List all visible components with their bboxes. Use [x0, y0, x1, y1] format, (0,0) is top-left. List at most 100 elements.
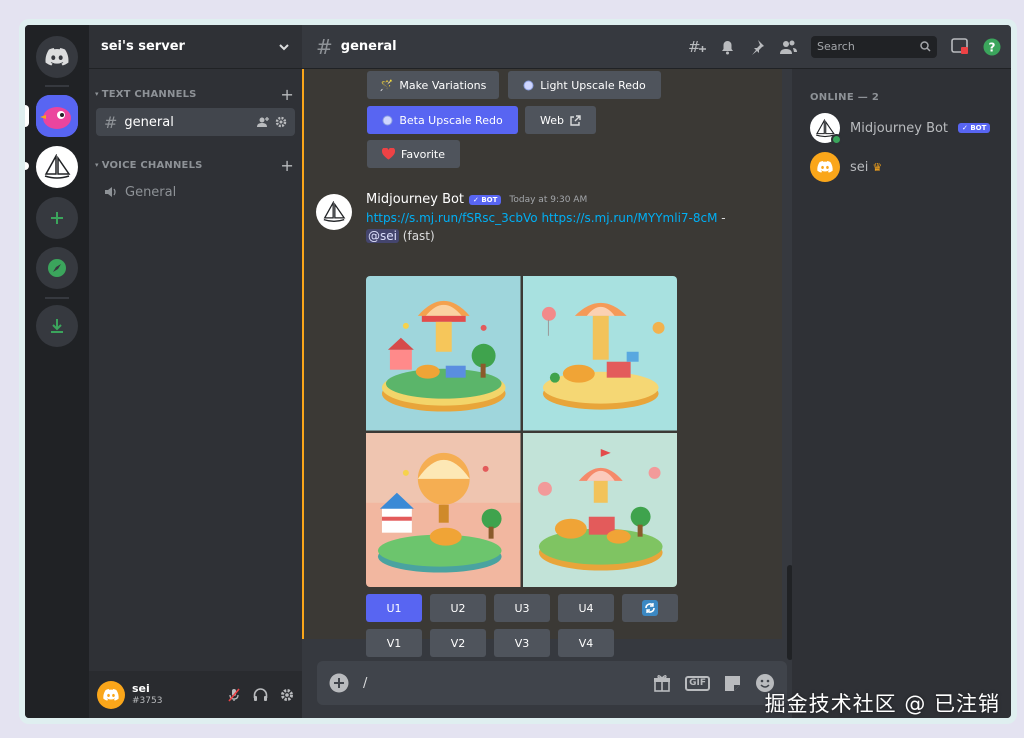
variation-button-v4[interactable]: V4: [558, 629, 614, 657]
image-grid[interactable]: [366, 276, 677, 587]
member-sei[interactable]: sei ♛: [810, 152, 882, 182]
avatar: [810, 152, 840, 182]
server-icon-sei[interactable]: [36, 95, 78, 137]
invite-user-icon[interactable]: [257, 116, 269, 128]
headphones-icon[interactable]: [253, 687, 268, 702]
search-input[interactable]: Search: [811, 35, 937, 58]
grid-image-2[interactable]: [522, 276, 677, 431]
help-icon[interactable]: ?: [983, 38, 1001, 56]
add-attachment-icon[interactable]: [329, 673, 349, 693]
discord-home-button[interactable]: [36, 36, 78, 78]
gif-picker-button[interactable]: GIF: [685, 675, 710, 691]
prompt-link-1[interactable]: https://s.mj.run/fSRsc_3cbVo: [366, 211, 538, 225]
voice-channel-general[interactable]: General: [96, 178, 295, 206]
bird-avatar-icon: [36, 95, 78, 137]
discord-logo-icon: [817, 161, 833, 173]
pin-icon[interactable]: [749, 39, 765, 55]
upscale-button-u1[interactable]: U1: [366, 594, 422, 622]
circle-icon: [382, 115, 393, 125]
midjourney-sailboat-icon: [44, 154, 71, 179]
grid-image-4[interactable]: [522, 432, 677, 587]
channel-name: general: [124, 114, 174, 130]
avatar[interactable]: [97, 680, 125, 709]
magic-wand-icon: 🪄: [379, 78, 394, 92]
make-variations-button[interactable]: 🪄 Make Variations: [367, 71, 499, 99]
selected-server-pill: [25, 105, 29, 127]
chevron-down-icon: ▾: [95, 161, 99, 169]
channel-name: General: [125, 184, 177, 200]
upscale-button-u4[interactable]: U4: [558, 594, 614, 622]
previous-message-buttons: 🪄 Make Variations Light Upscale Redo Bet…: [302, 69, 782, 188]
compass-icon: [48, 259, 66, 277]
discord-logo-icon: [103, 688, 119, 701]
beta-upscale-redo-button[interactable]: Beta Upscale Redo: [367, 106, 518, 134]
add-channel-icon[interactable]: +: [280, 156, 294, 175]
author-name[interactable]: Midjourney Bot: [366, 192, 464, 207]
external-link-icon: [570, 114, 581, 126]
message-content: https://s.mj.run/fSRsc_3cbVo https://s.m…: [366, 211, 726, 243]
threads-icon[interactable]: #: [688, 39, 706, 55]
heart-icon: [382, 148, 396, 160]
grid-image-1[interactable]: [366, 276, 521, 431]
chevron-down-icon: [279, 43, 289, 50]
member-midjourney-bot[interactable]: Midjourney Bot ✓ BOT: [810, 113, 991, 145]
bell-icon[interactable]: [720, 39, 735, 55]
watermark: 掘金技术社区 @ 已注销: [764, 692, 1000, 716]
variation-button-v3[interactable]: V3: [494, 629, 550, 657]
reroll-button[interactable]: [622, 594, 678, 622]
midjourney-sailboat-icon: [323, 201, 346, 222]
channel-general[interactable]: # general: [96, 108, 295, 136]
gear-icon[interactable]: [275, 116, 287, 128]
category-voice-channels[interactable]: ▾ VOICE CHANNELS +: [89, 156, 302, 175]
add-channel-icon[interactable]: +: [280, 85, 294, 104]
message-composer[interactable]: / GIF: [317, 661, 787, 705]
timestamp: Today at 9:30 AM: [509, 194, 588, 205]
variation-button-v2[interactable]: V2: [430, 629, 486, 657]
user-tag: #3753: [132, 695, 163, 706]
light-upscale-redo-button[interactable]: Light Upscale Redo: [508, 71, 661, 99]
member-list-icon[interactable]: [779, 39, 797, 55]
gift-icon[interactable]: [653, 674, 671, 692]
channel-title: general: [340, 39, 397, 54]
online-status-icon: [831, 134, 842, 145]
web-link-button[interactable]: Web: [525, 106, 596, 134]
hashtag-icon: #: [316, 34, 333, 59]
avatar: [810, 113, 842, 145]
inbox-icon[interactable]: [951, 38, 969, 55]
speaker-icon: [105, 187, 116, 197]
unread-pill: [25, 162, 29, 170]
grid-image-3[interactable]: [366, 432, 521, 587]
message-input[interactable]: /: [363, 676, 367, 691]
midjourney-message: Midjourney Bot ✓ BOT Today at 9:30 AM ht…: [302, 188, 782, 657]
member-group-header: ONLINE — 2: [810, 92, 880, 103]
prompt-link-2[interactable]: https://s.mj.run/MYYmli7-8cM: [541, 211, 717, 225]
explore-servers-button[interactable]: [36, 247, 78, 289]
rail-separator: [45, 297, 69, 299]
avatar[interactable]: [316, 194, 352, 230]
bot-badge: ✓ BOT: [958, 123, 991, 133]
add-server-button[interactable]: [36, 197, 78, 239]
search-icon: [920, 41, 931, 52]
rail-separator: [45, 85, 69, 87]
favorite-button[interactable]: Favorite: [367, 140, 460, 168]
channel-topbar: # general # Search ?: [302, 25, 1011, 69]
discord-logo-icon: [45, 48, 69, 66]
member-list: ONLINE — 2 Midjourney Bot ✓ BOT sei ♛: [792, 69, 1011, 718]
variation-button-v1[interactable]: V1: [366, 629, 422, 657]
download-apps-button[interactable]: [36, 305, 78, 347]
sticker-icon[interactable]: [724, 675, 741, 692]
username: sei: [132, 681, 150, 695]
upscale-button-u3[interactable]: U3: [494, 594, 550, 622]
refresh-icon: [642, 600, 658, 616]
upscale-button-u2[interactable]: U2: [430, 594, 486, 622]
svg-text:#: #: [688, 39, 701, 55]
server-icon-midjourney[interactable]: [36, 146, 78, 188]
server-name: sei's server: [101, 39, 185, 54]
muted-mic-icon[interactable]: [227, 687, 241, 702]
server-header[interactable]: sei's server: [89, 25, 302, 69]
window-frame: sei's server ▾ TEXT CHANNELS + # general …: [19, 19, 1017, 724]
gear-icon[interactable]: [280, 688, 294, 702]
category-text-channels[interactable]: ▾ TEXT CHANNELS +: [89, 85, 302, 104]
member-name: Midjourney Bot: [850, 120, 949, 136]
user-mention[interactable]: @sei: [366, 229, 399, 243]
